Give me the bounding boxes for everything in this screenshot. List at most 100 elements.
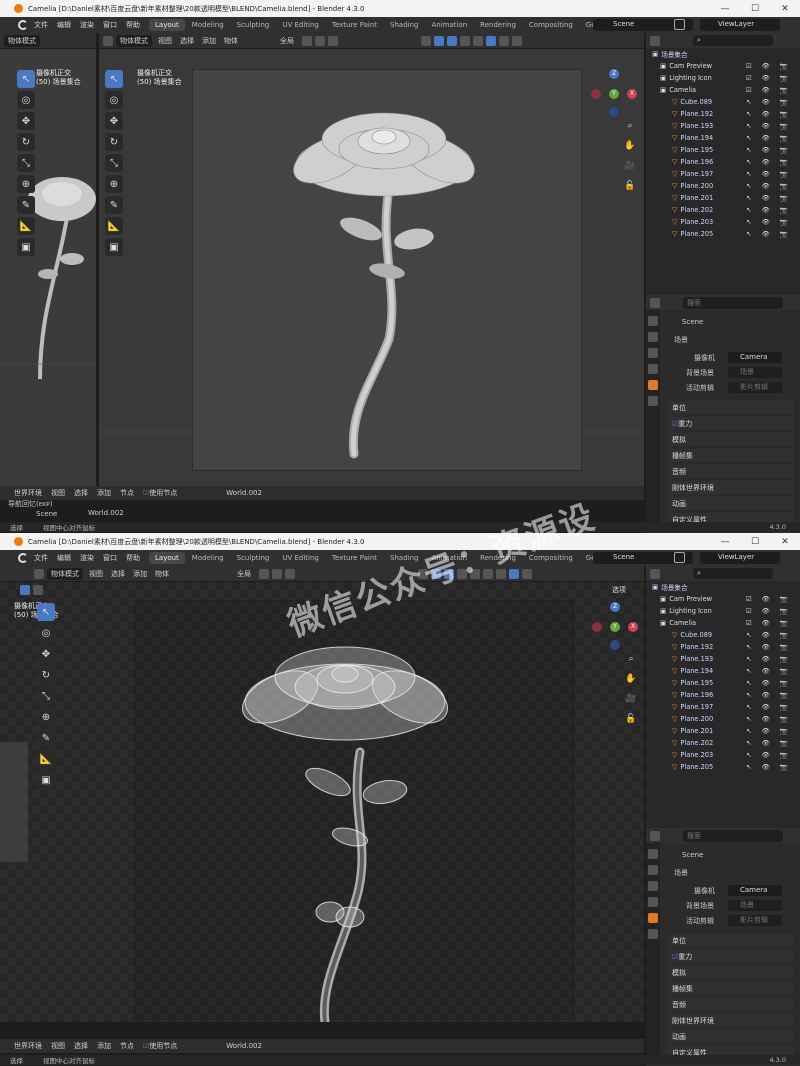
outliner-row-toggles[interactable]: ↖ 👁 📷 [746, 667, 792, 675]
menu-object[interactable]: 物体 [224, 36, 238, 46]
outliner-row-toggles[interactable]: ↖ 👁 📷 [746, 727, 792, 735]
lock-icon[interactable]: 🔓 [624, 712, 638, 726]
editor-type-icon[interactable] [34, 568, 44, 579]
xray-icon[interactable] [460, 35, 470, 46]
node-menu-view[interactable]: 视图 [51, 1041, 65, 1051]
proportional-icon[interactable] [285, 568, 295, 579]
cursor-tool-icon[interactable]: ◎ [17, 91, 35, 109]
select-tool-icon[interactable]: ↖ [105, 70, 123, 88]
tab-rendering[interactable]: Rendering [474, 19, 522, 31]
navigation-gizmo[interactable]: Z X Y [589, 69, 639, 119]
tool-tab-icon[interactable] [648, 849, 658, 859]
outliner-row[interactable]: ▣ Camelia ☑ 👁 📷 [646, 84, 800, 96]
add-cube-tool-icon[interactable]: ▣ [37, 771, 55, 789]
outliner-row-toggles[interactable]: ☑ 👁 📷 [746, 62, 792, 70]
outliner-row[interactable]: ▽ Plane.195 ↖ 👁 📷 [646, 144, 800, 156]
viewlayer-tab-icon[interactable] [648, 897, 658, 907]
tab-modeling[interactable]: Modeling [186, 19, 230, 31]
tab-uv-editing[interactable]: UV Editing [276, 552, 325, 564]
gizmo-neg-z[interactable] [610, 640, 620, 650]
camera-view-icon[interactable]: 🎥 [623, 159, 637, 173]
shading-wire-icon[interactable] [473, 35, 483, 46]
outliner-row-toggles[interactable]: ↖ 👁 📷 [746, 703, 792, 711]
outliner-row-toggles[interactable]: ☑ 👁 📷 [746, 74, 792, 82]
scene-panel-title[interactable]: 场景 [674, 868, 688, 878]
scale-tool-icon[interactable]: ⤡ [37, 687, 55, 705]
output-tab-icon[interactable] [648, 348, 658, 358]
outliner-root[interactable]: ▣ 场景集合 [646, 581, 800, 593]
outliner-row-toggles[interactable]: ↖ 👁 📷 [746, 170, 792, 178]
render-tab-icon[interactable] [648, 865, 658, 875]
outliner-row[interactable]: ▣ Camelia ☑ 👁 📷 [646, 617, 800, 629]
section-animation[interactable]: 动画 [668, 1030, 794, 1043]
tab-sculpting[interactable]: Sculpting [231, 552, 276, 564]
outliner-row[interactable]: ▽ Plane.193 ↖ 👁 📷 [646, 653, 800, 665]
outliner-row[interactable]: ▽ Plane.201 ↖ 👁 📷 [646, 725, 800, 737]
move-tool-icon[interactable]: ✥ [37, 645, 55, 663]
output-tab-icon[interactable] [648, 881, 658, 891]
pivot-icon[interactable] [259, 568, 269, 579]
transform-tool-icon[interactable]: ⊕ [37, 708, 55, 726]
annotate-tool-icon[interactable]: ✎ [105, 196, 123, 214]
outliner-row-toggles[interactable]: ☑ 👁 📷 [746, 619, 792, 627]
node-menu-node[interactable]: 节点 [120, 488, 134, 498]
outliner-row-toggles[interactable]: ↖ 👁 📷 [746, 643, 792, 651]
outliner-row[interactable]: ▽ Plane.203 ↖ 👁 📷 [646, 749, 800, 761]
zoom-icon[interactable]: ⌕ [623, 119, 637, 133]
section-audio[interactable]: 音频 [668, 998, 794, 1011]
outliner-row[interactable]: ▽ Plane.201 ↖ 👁 📷 [646, 192, 800, 204]
properties-search[interactable]: 搜索 [683, 829, 783, 842]
outliner-row[interactable]: ▣ Lighting Icon ☑ 👁 📷 [646, 605, 800, 617]
new-scene-icon[interactable] [674, 19, 685, 30]
outliner-row[interactable]: ▽ Plane.202 ↖ 👁 📷 [646, 737, 800, 749]
scale-tool-icon[interactable]: ⤡ [17, 154, 35, 172]
scene-tab-icon[interactable] [648, 380, 658, 390]
blender-menu-icon[interactable] [18, 20, 28, 30]
rotate-tool-icon[interactable]: ↻ [17, 133, 35, 151]
menu-object[interactable]: 物体 [155, 569, 169, 579]
section-rigidbody[interactable]: 刚体世界环境 [668, 481, 794, 494]
mode-select[interactable]: 物体模式 [116, 34, 152, 47]
node-menu-add[interactable]: 添加 [97, 488, 111, 498]
outliner-row[interactable]: ▽ Plane.196 ↖ 👁 📷 [646, 156, 800, 168]
node-menu-node[interactable]: 节点 [120, 1041, 134, 1051]
transform-orientation[interactable]: 全局 [280, 36, 294, 46]
outliner-row-toggles[interactable]: ↖ 👁 📷 [746, 751, 792, 759]
outliner-row-toggles[interactable]: ↖ 👁 📷 [746, 763, 792, 771]
left-viewport[interactable]: 摄像机正交 (50) 场景集合 [0, 49, 96, 489]
outliner-row[interactable]: ▣ Cam Preview ☑ 👁 📷 [646, 60, 800, 72]
menu-file[interactable]: 文件 [34, 553, 48, 563]
menu-render[interactable]: 渲染 [80, 20, 94, 30]
section-animation[interactable]: 动画 [668, 497, 794, 510]
outliner-row-toggles[interactable]: ↖ 👁 📷 [746, 122, 792, 130]
measure-tool-icon[interactable]: 📐 [37, 750, 55, 768]
tab-layout[interactable]: Layout [149, 19, 185, 31]
camera-view-icon[interactable]: 🎥 [624, 692, 638, 706]
menu-select[interactable]: 选择 [111, 569, 125, 579]
tab-texture-paint[interactable]: Texture Paint [326, 552, 383, 564]
outliner-search[interactable]: ⌕ [693, 35, 773, 46]
world-tab-icon[interactable] [648, 929, 658, 939]
pan-hand-icon[interactable]: ✋ [623, 139, 637, 153]
outliner-row[interactable]: ▽ Plane.197 ↖ 👁 📷 [646, 168, 800, 180]
menu-edit[interactable]: 编辑 [57, 20, 71, 30]
clip-field[interactable]: 影片剪辑 [728, 382, 782, 393]
section-keying-sets[interactable]: 播帧集 [668, 982, 794, 995]
outliner-row[interactable]: ▽ Plane.200 ↖ 👁 📷 [646, 180, 800, 192]
tab-texture-paint[interactable]: Texture Paint [326, 19, 383, 31]
select-tool-icon[interactable]: ↖ [17, 70, 35, 88]
rotate-tool-icon[interactable]: ↻ [105, 133, 123, 151]
add-cube-tool-icon[interactable]: ▣ [17, 238, 35, 256]
outliner-row[interactable]: ▽ Plane.203 ↖ 👁 📷 [646, 216, 800, 228]
lock-icon[interactable]: 🔓 [623, 179, 637, 193]
move-tool-icon[interactable]: ✥ [105, 112, 123, 130]
gizmo-neg-x[interactable] [591, 89, 601, 99]
tab-shading[interactable]: Shading [384, 19, 424, 31]
camera-field[interactable]: Camera [728, 885, 782, 896]
transform-tool-icon[interactable]: ⊕ [17, 175, 35, 193]
world-datablock[interactable]: World.002 [226, 489, 262, 497]
proportional-icon[interactable] [328, 35, 338, 46]
main-viewport-rendered[interactable]: 摄像机正交 (50) 场景集合 选项 Z X [0, 582, 644, 1022]
pivot-icon[interactable] [302, 35, 312, 46]
outliner-row-toggles[interactable]: ↖ 👁 📷 [746, 655, 792, 663]
